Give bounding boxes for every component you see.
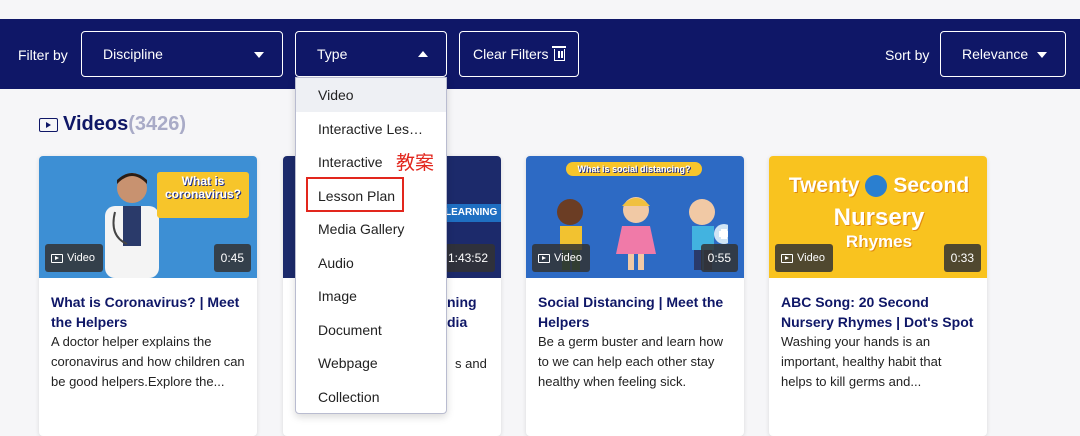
thumb-title-line2: Nursery [833, 204, 925, 231]
video-badge: Video [775, 244, 833, 272]
sort-by-label: Sort by [885, 47, 930, 63]
clear-filters-button[interactable]: Clear Filters [459, 31, 579, 77]
badge-label: Video [554, 252, 582, 264]
section-name: Videos [63, 113, 129, 135]
card-description: A doctor helper explains the coronavirus… [51, 334, 245, 389]
video-thumbnail[interactable]: What is coronavirus? Video 0:45 [39, 156, 257, 278]
badge-label: Video [797, 252, 825, 264]
card-description: Washing your hands is an important, heal… [781, 334, 942, 389]
type-dropdown-menu: Video Interactive Les… Interactive Lesso… [295, 77, 447, 414]
discipline-label: Discipline [103, 46, 163, 62]
video-card[interactable]: Twenty Second Nursery Rhymes Video 0:33 … [769, 156, 987, 436]
duration-badge: 1:43:52 [440, 244, 495, 272]
type-dropdown[interactable]: Type [295, 31, 447, 77]
video-badge: Video [45, 244, 103, 272]
thumb-title-line1: Twenty Second [779, 174, 979, 198]
duration-badge: 0:33 [943, 244, 981, 272]
chevron-down-icon [1037, 52, 1047, 58]
chevron-down-icon [254, 52, 264, 58]
discipline-dropdown[interactable]: Discipline [81, 31, 283, 77]
video-icon [538, 253, 550, 263]
badge-label: Video [67, 252, 95, 264]
video-icon [51, 253, 63, 263]
type-option-collection[interactable]: Collection [296, 380, 446, 414]
filter-bar: Filter by Discipline Type Clear Filters … [0, 19, 1080, 89]
thumb-word: Second [893, 174, 970, 197]
section-count: (3426) [128, 113, 187, 135]
type-option-audio[interactable]: Audio [296, 246, 446, 280]
duration-badge: 0:55 [700, 244, 738, 272]
clear-filters-label: Clear Filters [473, 46, 549, 62]
type-option-media-gallery[interactable]: Media Gallery [296, 212, 446, 246]
type-label: Type [317, 46, 348, 62]
sort-dropdown[interactable]: Relevance [940, 31, 1066, 77]
type-option-video[interactable]: Video [296, 78, 446, 112]
lesson-plan-highlight-box [306, 177, 404, 212]
section-title: Videos (3426) [39, 113, 186, 136]
card-title[interactable]: What is Coronavirus? | Meet the Helpers [39, 278, 257, 332]
type-option-webpage[interactable]: Webpage [296, 346, 446, 380]
type-option-document[interactable]: Document [296, 313, 446, 347]
video-card[interactable]: What is coronavirus? Video 0:45 What is … [39, 156, 257, 436]
duration-badge: 0:45 [213, 244, 251, 272]
video-icon [781, 253, 793, 263]
thumb-sign: What is social distancing? [566, 162, 702, 176]
thumb-sign: What is coronavirus? [157, 172, 249, 218]
video-thumbnail[interactable]: Twenty Second Nursery Rhymes Video 0:33 [769, 156, 987, 278]
video-badge: Video [532, 244, 590, 272]
trash-icon [552, 46, 567, 61]
relevance-label: Relevance [962, 46, 1029, 62]
card-title[interactable]: Social Distancing | Meet the Helpers [526, 278, 744, 332]
card-description: Be a germ buster and learn how to we can… [538, 334, 723, 389]
type-option-image[interactable]: Image [296, 279, 446, 313]
annotation-label: 教案 [396, 152, 435, 174]
chevron-up-icon [418, 51, 428, 57]
top-strip [0, 0, 1080, 19]
video-card[interactable]: What is social distancing? Video 0:55 So… [526, 156, 744, 436]
pbs-logo-icon [865, 175, 888, 198]
video-icon [39, 117, 58, 132]
thumb-banner: LEARNING [441, 204, 501, 222]
thumb-word: Twenty [788, 174, 860, 197]
type-option-interactive-lesson[interactable]: Interactive Les… [296, 112, 446, 146]
video-thumbnail[interactable]: What is social distancing? Video 0:55 [526, 156, 744, 278]
card-title[interactable]: ABC Song: 20 Second Nursery Rhymes | Dot… [769, 278, 987, 332]
filter-by-label: Filter by [18, 47, 68, 63]
